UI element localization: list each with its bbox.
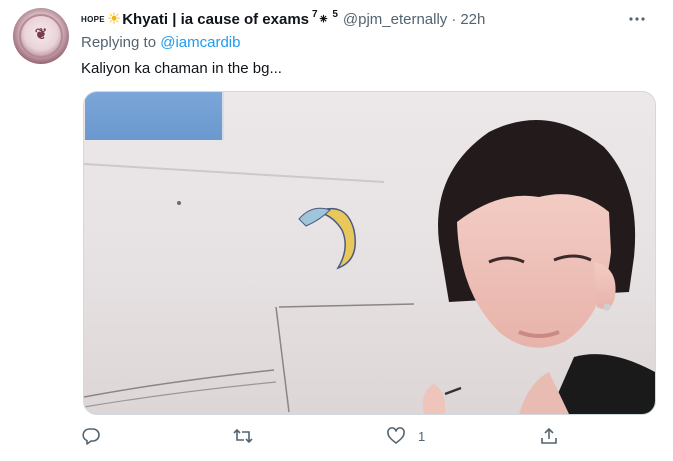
tweet-content: HOPE ☀ Khyati | ia cause of exams 7 ⁕ 5 … <box>81 8 656 415</box>
tweet-header: HOPE ☀ Khyati | ia cause of exams 7 ⁕ 5 … <box>81 8 656 30</box>
name-prefix: HOPE <box>81 14 105 24</box>
display-name[interactable]: Khyati | ia cause of exams <box>122 11 309 28</box>
superscript-seven: 7 <box>312 8 318 20</box>
reply-button[interactable] <box>81 424 101 448</box>
tweet-media[interactable] <box>83 91 656 415</box>
replying-to: Replying to @iamcardib <box>81 34 656 56</box>
avatar[interactable]: ❦ <box>13 8 69 64</box>
retweet-button[interactable] <box>232 424 254 448</box>
replying-to-link[interactable]: @iamcardib <box>160 34 240 51</box>
avatar-art: ❦ <box>34 25 48 43</box>
share-button[interactable] <box>539 424 559 448</box>
more-icon[interactable] <box>626 10 648 28</box>
tweet[interactable]: ❦ HOPE ☀ Khyati | ia cause of exams 7 ⁕ … <box>0 0 673 461</box>
like-button[interactable]: 1 <box>386 424 425 448</box>
share-icon <box>541 427 557 444</box>
person-image <box>422 120 655 414</box>
tweet-actions: 1 <box>0 424 575 448</box>
like-count: 1 <box>418 428 426 444</box>
heart-icon <box>387 427 405 444</box>
sun-icon: ☀ <box>106 11 122 28</box>
replying-prefix: Replying to <box>81 34 157 51</box>
superscript-five: 5 <box>332 8 338 20</box>
flower-icon: ⁕ <box>317 10 330 27</box>
retweet-icon <box>233 428 253 444</box>
timestamp[interactable]: 22h <box>460 11 485 28</box>
separator-dot: · <box>451 10 457 28</box>
reply-icon <box>82 428 100 445</box>
tweet-text: Kaliyon ka chaman in the bg... <box>81 60 282 77</box>
user-handle[interactable]: @pjm_eternally <box>343 11 447 28</box>
